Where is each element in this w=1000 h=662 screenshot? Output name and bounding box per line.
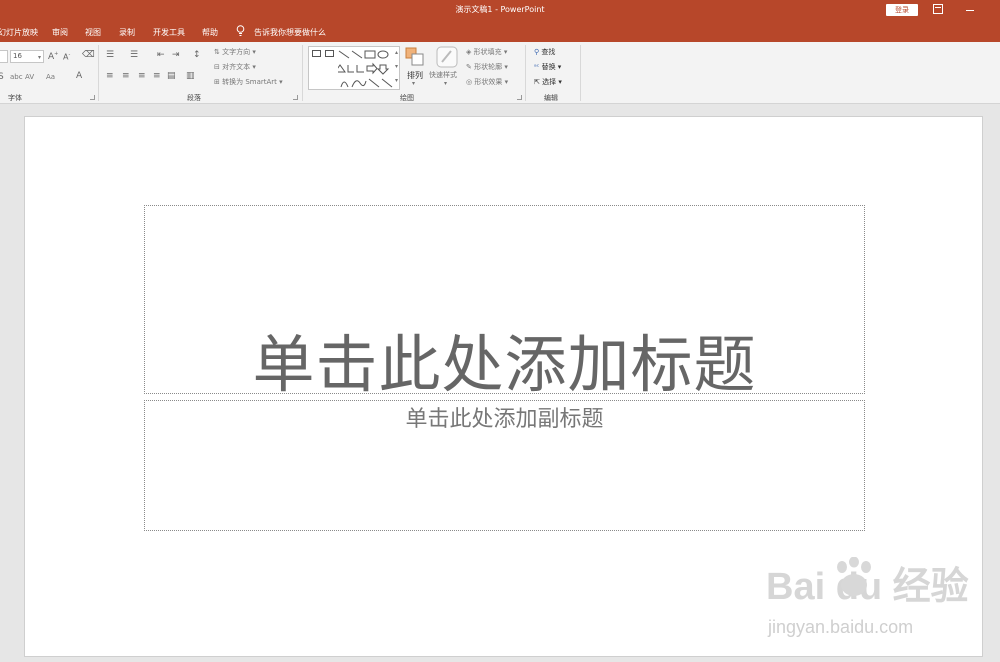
- shape-fill-button[interactable]: ◈ 形状填充 ▾: [466, 47, 507, 57]
- line-spacing-icon[interactable]: ↕: [193, 50, 201, 60]
- login-button[interactable]: 登录: [886, 4, 918, 16]
- ribbon-display-options-icon[interactable]: [933, 4, 943, 14]
- align-text-button[interactable]: ⊟ 对齐文本 ▾: [214, 62, 256, 72]
- grow-font-icon[interactable]: A+: [48, 51, 58, 62]
- subtitle-placeholder[interactable]: 单击此处添加副标题: [144, 400, 865, 531]
- quick-styles-icon[interactable]: [436, 46, 458, 68]
- align-center-icon[interactable]: ≡: [122, 71, 130, 81]
- replace-label: 替换: [541, 63, 556, 71]
- numbering-icon[interactable]: ☰: [130, 50, 138, 60]
- font-group-label: 字体: [8, 94, 22, 102]
- align-right-icon[interactable]: ≡: [138, 71, 146, 81]
- drawing-group-label: 绘图: [400, 94, 414, 102]
- divider: [98, 45, 99, 101]
- lightbulb-icon: [236, 25, 245, 36]
- tab-slideshow[interactable]: 幻灯片放映: [0, 27, 38, 38]
- minimize-icon[interactable]: [966, 10, 974, 11]
- tell-me-search[interactable]: 告诉我你想要做什么: [254, 27, 326, 38]
- cursor-icon: ⇱: [534, 78, 540, 86]
- paragraph-group-label: 段落: [187, 94, 201, 102]
- font-size-field[interactable]: 16 ▾: [10, 50, 44, 63]
- char-spacing-button[interactable]: AV: [25, 73, 34, 81]
- shapes-icons[interactable]: [338, 49, 398, 91]
- divider: [580, 45, 581, 101]
- convert-smartart-button[interactable]: ⊞ 转换为 SmartArt ▾: [214, 77, 283, 87]
- title-placeholder-text: 单击此处添加标题: [252, 328, 757, 401]
- divider: [302, 45, 303, 101]
- text-direction-button[interactable]: ⇅ 文字方向 ▾: [214, 47, 256, 57]
- distributed-icon[interactable]: ▤: [167, 71, 176, 81]
- shape-outline-label: 形状轮廓: [474, 63, 503, 71]
- chevron-down-icon[interactable]: ▾: [395, 63, 398, 70]
- decrease-indent-icon[interactable]: ⇤: [157, 50, 165, 60]
- tab-developer[interactable]: 开发工具: [153, 27, 185, 38]
- font-size-value: 16: [13, 52, 22, 60]
- baidu-watermark: Bai du 经验 jingyan.baidu.com: [766, 555, 996, 645]
- title-bar: 演示文稿1 - PowerPoint 登录: [0, 0, 1000, 20]
- chevron-up-icon[interactable]: ▴: [395, 49, 398, 56]
- shapes-gallery[interactable]: ▴ ▾ ▾: [308, 46, 400, 90]
- bullets-icon[interactable]: ☰: [106, 50, 114, 60]
- select-button[interactable]: ⇱ 选择 ▾: [534, 77, 562, 87]
- select-label: 选择: [542, 78, 557, 86]
- justify-icon[interactable]: ≡: [153, 71, 161, 81]
- window-title: 演示文稿1 - PowerPoint: [455, 5, 545, 14]
- shadow-icon[interactable]: S: [0, 72, 4, 82]
- shape-effects-button[interactable]: ◎ 形状效果 ▾: [466, 77, 508, 87]
- textbox-shape[interactable]: [312, 50, 321, 57]
- gallery-more-icon[interactable]: ▾: [395, 77, 398, 84]
- strikethrough-button[interactable]: abc: [10, 73, 23, 81]
- tab-view[interactable]: 视图: [85, 27, 101, 38]
- convert-smartart-label: 转换为 SmartArt: [222, 78, 277, 86]
- drawing-dialog-launcher-icon[interactable]: [517, 95, 522, 100]
- clear-format-icon[interactable]: ⌫: [82, 50, 95, 60]
- paw-icon: [837, 557, 871, 596]
- find-label: 查找: [541, 48, 556, 56]
- vertical-textbox-shape[interactable]: [325, 50, 334, 57]
- ribbon-tabs: 幻灯片放映 审阅 视图 录制 开发工具 帮助 告诉我你想要做什么: [0, 20, 1000, 42]
- title-placeholder[interactable]: 单击此处添加标题: [144, 205, 865, 401]
- paragraph-dialog-launcher-icon[interactable]: [293, 95, 298, 100]
- chevron-down-icon[interactable]: ▾: [444, 80, 447, 87]
- subtitle-placeholder-text: 单击此处添加副标题: [405, 407, 604, 432]
- quick-styles-button[interactable]: 快速样式: [429, 70, 457, 80]
- columns-icon[interactable]: ▥: [186, 71, 195, 81]
- align-left-icon[interactable]: ≡: [106, 71, 114, 81]
- increase-indent-icon[interactable]: ⇥: [172, 50, 180, 60]
- shape-outline-button[interactable]: ✎ 形状轮廓 ▾: [466, 62, 508, 72]
- text-direction-label: 文字方向: [222, 48, 251, 56]
- shape-fill-label: 形状填充: [473, 48, 502, 56]
- search-icon: ⚲: [534, 48, 540, 56]
- chevron-down-icon[interactable]: ▾: [412, 80, 415, 87]
- tab-record[interactable]: 录制: [119, 27, 135, 38]
- align-text-label: 对齐文本: [222, 63, 251, 71]
- editing-group-label: 编辑: [544, 94, 558, 102]
- font-color-icon[interactable]: A: [76, 71, 82, 81]
- replace-button[interactable]: ᵃᶜ 替换 ▾: [534, 62, 561, 72]
- arrange-icon[interactable]: [405, 47, 425, 67]
- replace-icon: ᵃᶜ: [534, 63, 540, 71]
- ribbon: 16 ▾ A+ A- ⌫ S abc AV Aa A 字体 ☰ ☰ ⇤ ⇥ ↕ …: [0, 42, 1000, 104]
- chevron-down-icon[interactable]: ▾: [38, 52, 41, 63]
- divider: [525, 45, 526, 101]
- font-dialog-launcher-icon[interactable]: [90, 95, 95, 100]
- shrink-font-icon[interactable]: A-: [63, 52, 70, 62]
- tab-review[interactable]: 审阅: [52, 27, 68, 38]
- find-button[interactable]: ⚲ 查找: [534, 47, 555, 57]
- tab-help[interactable]: 帮助: [202, 27, 218, 38]
- watermark-url: jingyan.baidu.com: [768, 617, 914, 637]
- change-case-button[interactable]: Aa: [46, 73, 55, 81]
- font-name-field[interactable]: [0, 50, 8, 63]
- shape-effects-label: 形状效果: [474, 78, 503, 86]
